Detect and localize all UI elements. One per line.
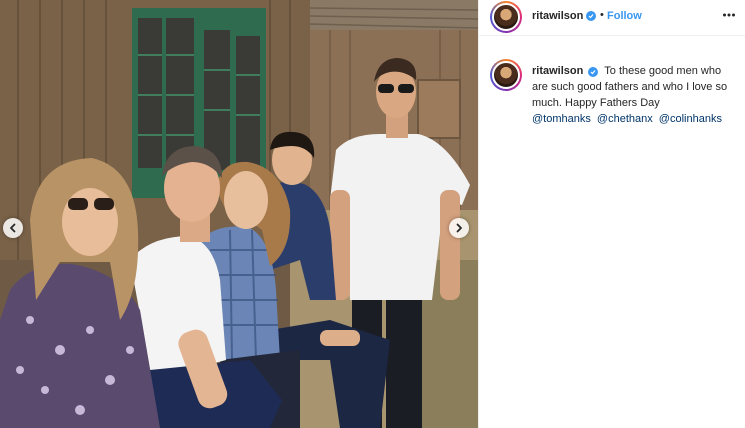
- post-side-panel: ritawilson • Follow ritawilson To these …: [478, 0, 745, 428]
- mention-link-colinhanks[interactable]: @colinhanks: [659, 113, 722, 125]
- verified-badge-icon: [588, 67, 599, 77]
- caption-username-link[interactable]: ritawilson: [532, 65, 583, 77]
- mention-link-tomhanks[interactable]: @tomhanks: [532, 113, 591, 125]
- mention-link-chethanx[interactable]: @chethanx: [597, 113, 653, 125]
- post-photo[interactable]: [0, 0, 478, 428]
- chevron-left-icon: [10, 223, 16, 233]
- caption-avatar[interactable]: [490, 59, 522, 91]
- post-caption: ritawilson To these good men who are suc…: [532, 63, 737, 127]
- header-separator: •: [600, 9, 604, 21]
- post-header: ritawilson • Follow: [479, 0, 745, 36]
- verified-badge-icon: [586, 11, 596, 21]
- carousel-prev-button[interactable]: [3, 218, 23, 238]
- ellipsis-icon[interactable]: [722, 8, 736, 22]
- photo-scene: [0, 0, 478, 428]
- carousel-next-button[interactable]: [449, 218, 469, 238]
- avatar[interactable]: [490, 1, 522, 33]
- header-username-link[interactable]: ritawilson: [532, 10, 583, 22]
- chevron-right-icon: [456, 223, 462, 233]
- follow-button[interactable]: Follow: [607, 10, 642, 22]
